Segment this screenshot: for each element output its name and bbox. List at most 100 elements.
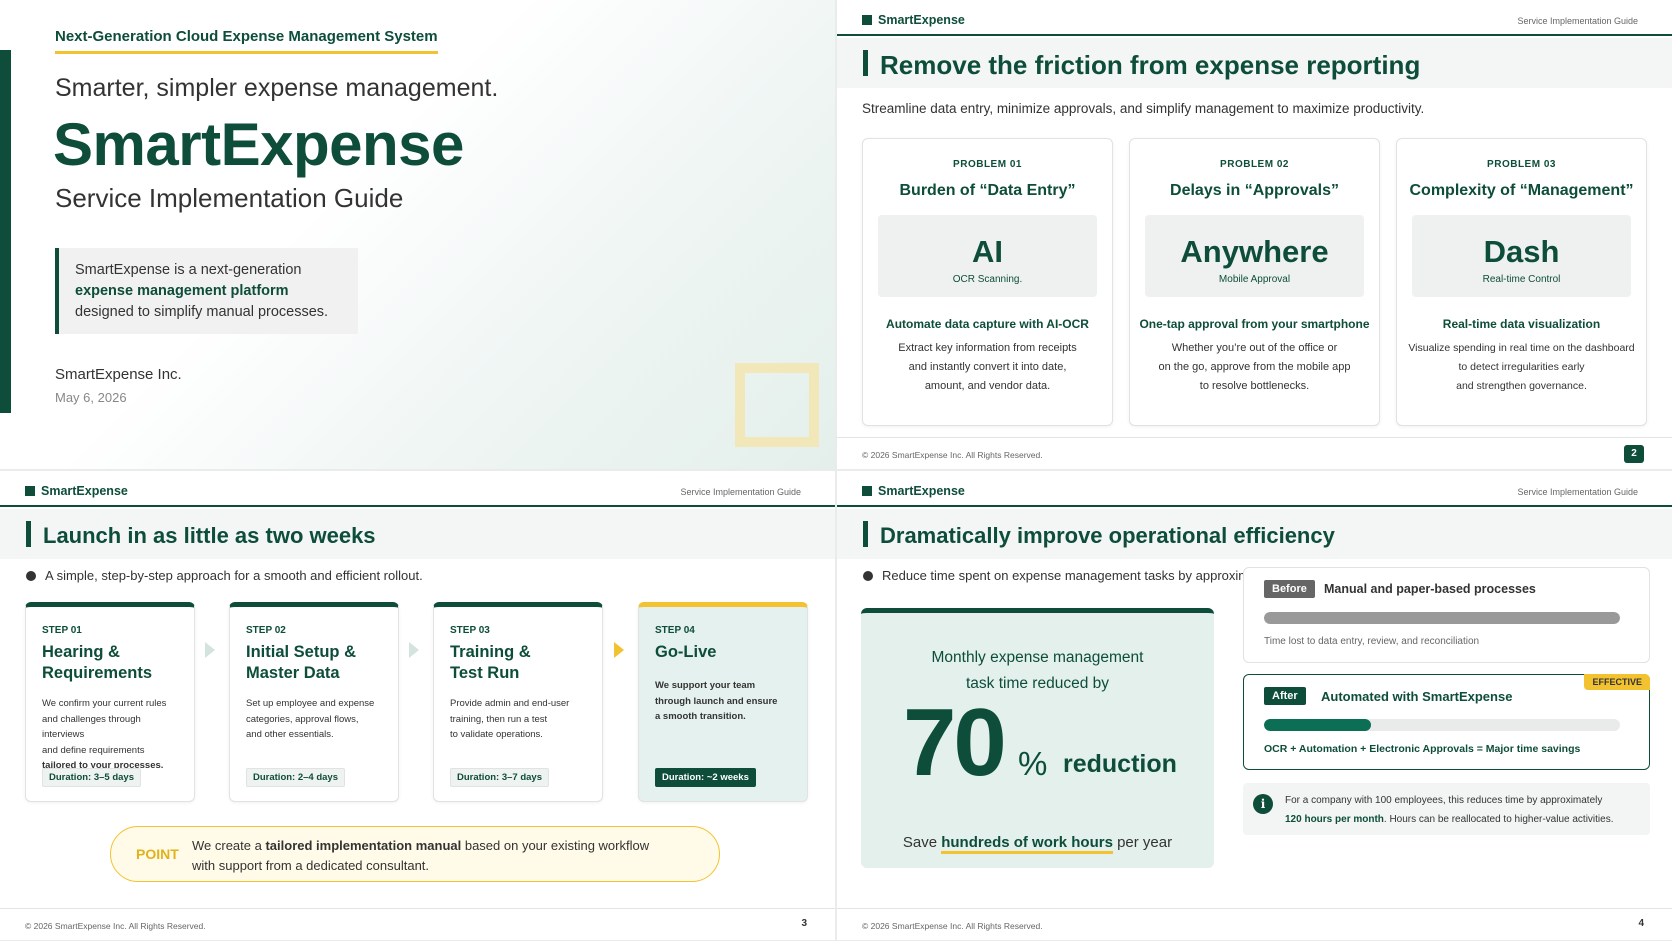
problem-label: PROBLEM 01 (953, 159, 1022, 170)
slide-steps: SmartExpense Service Implementation Guid… (0, 471, 835, 940)
step-title: Hearing & Requirements (42, 643, 153, 682)
problem-title: Complexity of “Management” (1409, 182, 1634, 199)
reduction-card: Monthly expense management task time red… (861, 608, 1214, 868)
accent-bar (0, 50, 11, 413)
after-note: OCR + Automation + Electronic Approvals … (1264, 743, 1581, 755)
slide-title: Dramatically improve operational efficie… (880, 523, 1335, 548)
intro-line: expense management platform (75, 283, 289, 299)
product-title: SmartExpense (53, 111, 464, 178)
duration-badge: Duration: ~2 weeks (655, 768, 756, 787)
problem-label: PROBLEM 03 (1487, 159, 1556, 170)
slide-header: SmartExpense Service Implementation Guid… (0, 471, 835, 507)
bullet-icon (26, 570, 36, 581)
step-label: STEP 02 (246, 625, 286, 636)
after-progress-fill (1264, 719, 1371, 731)
copyright: © 2026 SmartExpense Inc. All Rights Rese… (25, 921, 206, 931)
solution-heading: Real-time data visualization (1442, 317, 1601, 331)
slide-footer: © 2026 SmartExpense Inc. All Rights Rese… (837, 908, 1672, 940)
decorative-square (735, 363, 819, 447)
slide-header: SmartExpense Service Implementation Guid… (837, 471, 1672, 507)
step-label: STEP 04 (655, 625, 695, 636)
solution-heading: Automate data capture with AI-OCR (886, 317, 1089, 331)
slide-title: Next-Generation Cloud Expense Management… (0, 0, 835, 469)
copyright: © 2026 SmartExpense Inc. All Rights Rese… (862, 450, 1043, 460)
problem-highlight: Anywhere Mobile Approval (1145, 215, 1364, 297)
before-tag: Before (1264, 580, 1315, 598)
highlight-caption: OCR Scanning. (952, 274, 1023, 285)
step-card: STEP 03 Training & Test Run Provide admin… (433, 602, 603, 802)
title-band: Launch in as little as two weeks (0, 509, 835, 559)
step-description: Provide admin and end-user training, then… (450, 698, 570, 740)
intro-line: designed to simplify manual processes. (75, 304, 329, 320)
duration-badge: Duration: 3–5 days (42, 768, 141, 787)
solution-description: Visualize spending in real time on the d… (1408, 342, 1635, 392)
step-label: STEP 01 (42, 625, 82, 636)
page-number: 4 (1638, 918, 1644, 929)
header-doc-title: Service Implementation Guide (1517, 16, 1638, 26)
step-description: Set up employee and expense categories, a… (246, 698, 375, 740)
slide-title: Launch in as little as two weeks (43, 523, 376, 548)
savings-text: Save hundreds of work hours per year (861, 834, 1214, 854)
solution-heading: One-tap approval from your smartphone (1139, 317, 1370, 331)
slide-problems: SmartExpense Service Implementation Guid… (837, 0, 1672, 469)
point-label: POINT (136, 846, 179, 862)
lead-bullet: A simple, step-by-step approach for a sm… (26, 568, 423, 583)
point-callout: POINT We create a tailored implementatio… (110, 826, 720, 882)
duration-badge: Duration: 3–7 days (450, 768, 549, 787)
step-card: STEP 01 Hearing & Requirements We confirm… (25, 602, 195, 802)
problem-label: PROBLEM 02 (1220, 159, 1289, 170)
title-band: Dramatically improve operational efficie… (837, 509, 1672, 559)
before-progress-track (1264, 612, 1620, 624)
problem-card: PROBLEM 01 Burden of “Data Entry” AI OCR… (862, 138, 1113, 426)
reduction-label: reduction (1063, 750, 1177, 778)
title-bar (863, 50, 868, 76)
effective-badge: EFFECTIVE (1584, 674, 1650, 690)
highlight-keyword: Dash (1483, 234, 1560, 269)
title-band: Remove the friction from expense reporti… (837, 38, 1672, 88)
company-name: SmartExpense Inc. (55, 366, 182, 383)
step-title: Training & Test Run (450, 643, 531, 682)
lead-text: Streamline data entry, minimize approval… (862, 101, 1425, 116)
page-number: 2 (1624, 445, 1644, 463)
before-note: Time lost to data entry, review, and rec… (1264, 636, 1480, 647)
logo: SmartExpense (862, 13, 965, 27)
slide-efficiency: SmartExpense Service Implementation Guid… (837, 471, 1672, 940)
slide-header: SmartExpense Service Implementation Guid… (837, 0, 1672, 36)
problem-card: PROBLEM 02 Delays in “Approvals” Anywher… (1129, 138, 1380, 426)
reduction-value: 70 (903, 689, 1007, 796)
solution-description: Extract key information from receipts and… (898, 342, 1077, 392)
problem-highlight: AI OCR Scanning. (878, 215, 1097, 297)
point-text: We create a tailored implementation manu… (192, 838, 650, 873)
step-description: We support your team through launch and e… (655, 680, 778, 722)
intro-box: SmartExpense is a next-generation expens… (55, 248, 358, 334)
before-progress-fill (1264, 612, 1620, 624)
step-description: We confirm your current rules and challen… (42, 698, 167, 771)
problem-title: Burden of “Data Entry” (899, 182, 1076, 199)
logo: SmartExpense (862, 484, 965, 498)
highlight-keyword: AI (972, 234, 1003, 269)
logo-square-icon (862, 15, 872, 25)
step-label: STEP 03 (450, 625, 490, 636)
bullet-icon (863, 570, 873, 581)
info-note: i For a company with 100 employees, this… (1243, 783, 1650, 835)
problem-title: Delays in “Approvals” (1170, 182, 1339, 199)
eyebrow: Next-Generation Cloud Expense Management… (55, 28, 438, 54)
highlight-caption: Real-time Control (1482, 274, 1561, 285)
step-card: STEP 04 Go-Live We support your team thro… (638, 602, 808, 802)
step-card: STEP 02 Initial Setup & Master Data Set u… (229, 602, 399, 802)
card-line: Monthly expense management (931, 649, 1144, 666)
solution-description: Whether you’re out of the office or on th… (1158, 342, 1351, 392)
intro-line: SmartExpense is a next-generation (75, 262, 302, 278)
header-doc-title: Service Implementation Guide (680, 487, 801, 497)
step-title: Initial Setup & Master Data (246, 643, 357, 682)
info-icon: i (1253, 794, 1273, 814)
logo-square-icon (862, 486, 872, 496)
highlight-caption: Mobile Approval (1218, 274, 1291, 285)
problem-highlight: Dash Real-time Control (1412, 215, 1631, 297)
slide-footer: © 2026 SmartExpense Inc. All Rights Rese… (0, 908, 835, 940)
after-title: Automated with SmartExpense (1321, 689, 1513, 704)
highlight-keyword: Anywhere (1180, 234, 1329, 269)
slide-footer: © 2026 SmartExpense Inc. All Rights Rese… (837, 437, 1672, 469)
title-bar (863, 521, 868, 547)
header-doc-title: Service Implementation Guide (1517, 487, 1638, 497)
